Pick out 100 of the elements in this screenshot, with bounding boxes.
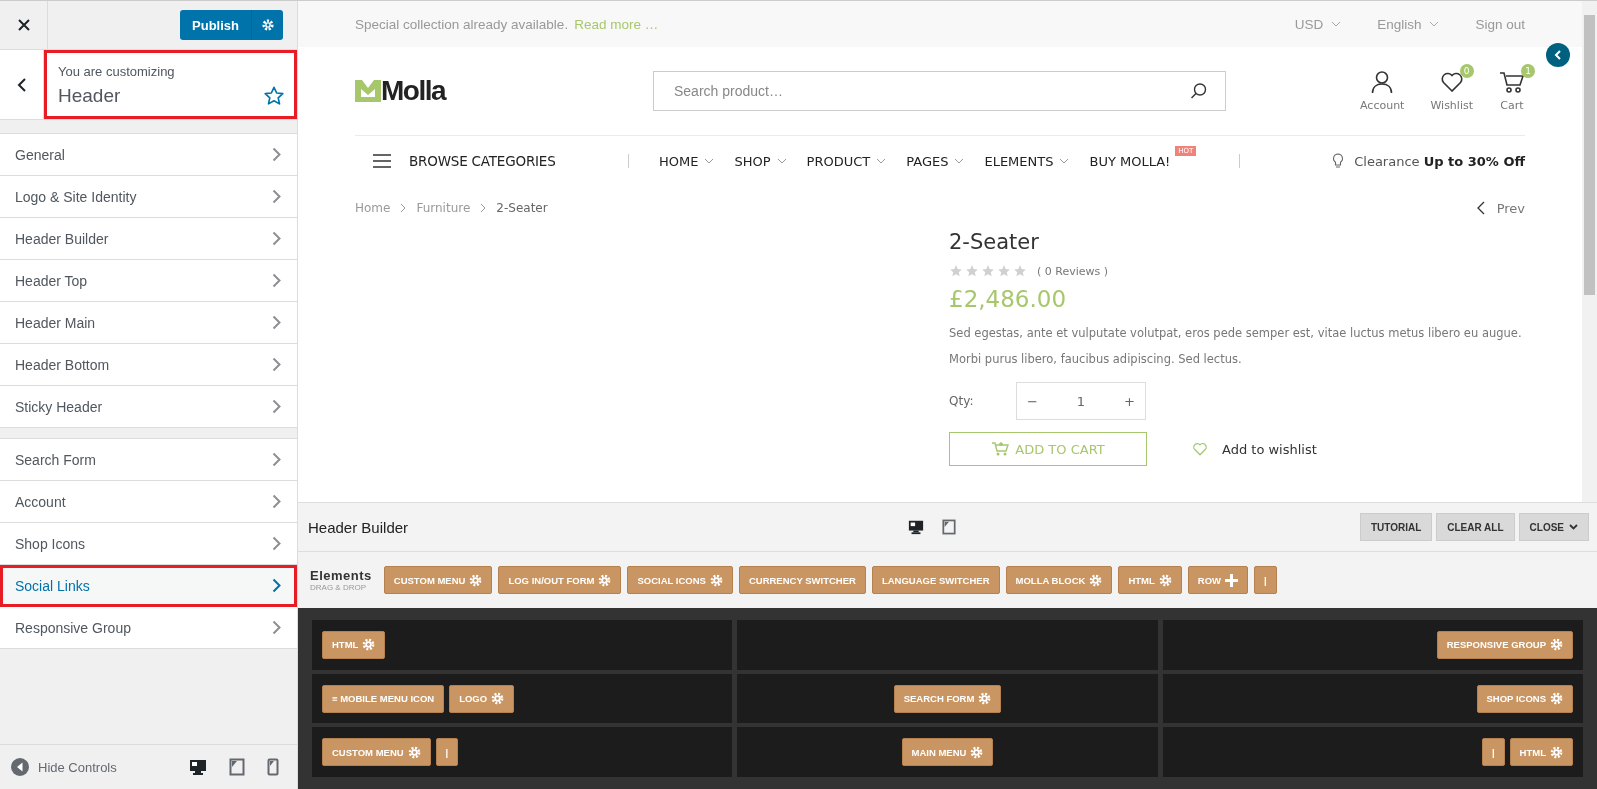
plus-icon [1225, 573, 1238, 587]
collapse-button[interactable] [1546, 43, 1570, 67]
chevron-right-icon [272, 452, 281, 467]
element-chip[interactable]: SOCIAL ICONS [627, 566, 733, 594]
breadcrumb-link[interactable]: Home [355, 201, 391, 215]
chevron-right-icon [272, 315, 281, 330]
sidebar-item[interactable]: Search Form [0, 439, 297, 481]
gear-icon [1550, 638, 1563, 652]
element-chip[interactable]: MOLLA BLOCK [1005, 566, 1113, 594]
element-chip[interactable]: CUSTOM MENU [383, 566, 493, 594]
mobile-icon[interactable] [267, 758, 279, 776]
hide-controls-button[interactable]: Hide Controls [10, 757, 117, 777]
heart-icon[interactable] [1439, 70, 1464, 94]
scrollbar[interactable] [1582, 1, 1597, 502]
nav-menu-item[interactable]: PAGES [906, 153, 965, 169]
sidebar-item[interactable]: Header Top [0, 260, 297, 302]
element-chip[interactable]: HTML [1509, 738, 1573, 767]
chevron-right-icon [272, 620, 281, 635]
tablet-icon[interactable] [229, 758, 245, 776]
breadcrumb-link[interactable]: Furniture [416, 201, 471, 215]
cart-icon[interactable] [1499, 70, 1525, 94]
announcement-text: Special collection already available. [355, 16, 569, 32]
decrease-button[interactable]: − [1027, 393, 1038, 409]
nav-menu-item[interactable]: HOME [659, 153, 715, 169]
logo-icon [355, 80, 381, 102]
sidebar-item[interactable]: Responsive Group [0, 607, 297, 649]
sidebar-item[interactable]: Header Bottom [0, 344, 297, 386]
gear-icon [362, 638, 376, 652]
product-title: 2-Seater [949, 230, 1040, 254]
element-chip[interactable]: ROW [1187, 566, 1248, 594]
element-chip[interactable]: | [1481, 738, 1505, 767]
toolbar-button[interactable]: CLOSE [1518, 513, 1589, 541]
publish-button[interactable]: Publish [180, 10, 251, 40]
nav-menu-item[interactable]: ELEMENTS [984, 153, 1070, 169]
language-dropdown[interactable]: English [1377, 16, 1440, 32]
count-badge: 1 [1521, 64, 1535, 78]
user-icon[interactable] [1370, 70, 1395, 94]
chevron-left-icon [1554, 50, 1562, 60]
desktop-icon[interactable] [189, 758, 207, 776]
nav-menu-item[interactable]: SHOP [734, 153, 787, 169]
chevron-right-icon [272, 273, 281, 288]
star-icon[interactable] [263, 85, 285, 107]
nav-menu-item[interactable]: PRODUCT [806, 153, 887, 169]
product-price: £2,486.00 [949, 286, 1068, 312]
quantity-value[interactable]: 1 [1076, 393, 1086, 409]
currency-dropdown[interactable]: USD [1294, 16, 1342, 32]
element-chip[interactable]: LANGUAGE SWITCHER [871, 566, 1000, 594]
header-icon-label[interactable]: Account [1360, 99, 1405, 112]
sidebar-item[interactable]: Account [0, 481, 297, 523]
element-chip[interactable]: HTML [322, 630, 386, 659]
quantity-stepper[interactable]: − 1 + [1016, 382, 1146, 420]
chevron-right-icon [480, 203, 487, 213]
element-chip[interactable]: HTML [1118, 566, 1182, 594]
sidebar-item[interactable]: Shop Icons [0, 523, 297, 565]
element-chip[interactable]: RESPONSIVE GROUP [1436, 630, 1573, 659]
chevron-right-icon [272, 147, 281, 162]
browse-categories-button[interactable]: BROWSE CATEGORIES [355, 153, 628, 169]
caret-icon [1331, 21, 1342, 27]
toolbar-button[interactable]: TUTORIAL [1359, 513, 1433, 541]
element-chip[interactable]: CUSTOM MENU [322, 738, 431, 767]
lightbulb-icon [1332, 153, 1345, 169]
element-chip[interactable]: SEARCH FORM [893, 684, 1002, 713]
reviews-link[interactable]: ( 0 Reviews ) [1037, 264, 1109, 278]
collapse-icon [10, 757, 30, 777]
sidebar-item[interactable]: General [0, 134, 297, 176]
prev-link[interactable]: Prev [1476, 200, 1525, 216]
toolbar-button[interactable]: CLEAR ALL [1436, 513, 1515, 541]
sidebar-item[interactable]: Social Links [0, 565, 297, 607]
sidebar-item[interactable]: Header Main [0, 302, 297, 344]
sign-out-link[interactable]: Sign out [1475, 16, 1525, 32]
gear-icon [709, 573, 723, 587]
element-chip[interactable]: | [1254, 566, 1277, 594]
desktop-icon[interactable] [908, 519, 924, 535]
chevron-right-icon [272, 494, 281, 509]
header-icon-label[interactable]: Wishlist [1430, 99, 1473, 112]
header-icon-label[interactable]: Cart [1500, 99, 1524, 112]
publish-settings-button[interactable] [251, 10, 283, 40]
element-chip[interactable]: ≡ MOBILE MENU ICON [322, 684, 445, 713]
sidebar-item[interactable]: Header Builder [0, 218, 297, 260]
gear-icon [1550, 692, 1563, 705]
panel-title: Header Builder [308, 518, 410, 536]
add-to-wishlist-link[interactable]: Add to wishlist [1192, 441, 1317, 457]
element-chip[interactable]: LOGO [449, 684, 515, 713]
tablet-icon[interactable] [942, 519, 956, 535]
chevron-right-icon [272, 536, 281, 551]
increase-button[interactable]: + [1124, 393, 1135, 409]
gear-icon [978, 692, 992, 705]
search-field[interactable]: Search product… [653, 71, 1226, 111]
element-chip[interactable]: SHOP ICONS [1476, 684, 1573, 713]
gear-icon [970, 745, 984, 759]
chevron-right-icon [272, 578, 281, 593]
element-chip[interactable]: LOG IN/OUT FORM [498, 566, 622, 594]
gear-icon [260, 18, 275, 32]
breadcrumb-link[interactable]: 2-Seater [496, 201, 548, 215]
sidebar-item[interactable]: Logo & Site Identity [0, 176, 297, 218]
sidebar-item[interactable]: Sticky Header [0, 386, 297, 428]
element-chip[interactable]: MAIN MENU [901, 738, 994, 767]
promo-text: Clearance Up to 30% Off [1354, 153, 1525, 169]
element-chip[interactable]: | [435, 738, 459, 767]
element-chip[interactable]: CURRENCY SWITCHER [738, 566, 866, 594]
